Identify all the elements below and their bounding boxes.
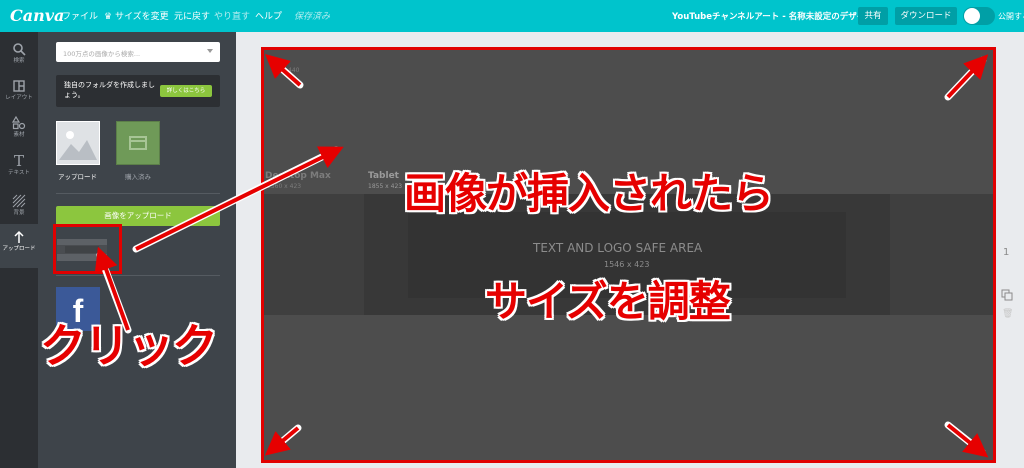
annotation-resize-title: 画像が挿入されたら [404,169,774,218]
annotation-arrows [94,54,989,458]
annotation-click-label: クリック [40,319,218,373]
annotation-resize-subtitle: サイズを調整 [485,277,731,326]
